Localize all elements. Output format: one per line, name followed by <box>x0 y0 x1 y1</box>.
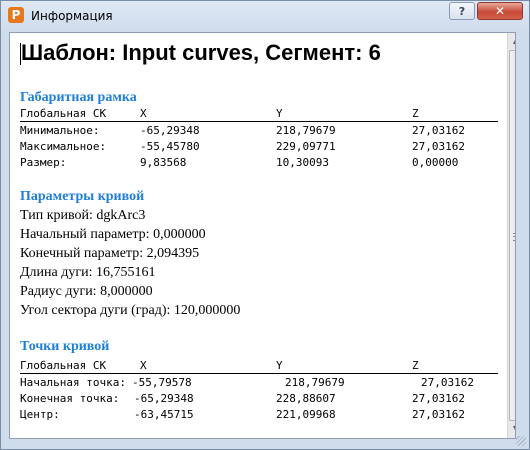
help-button[interactable]: ? <box>449 2 475 20</box>
bbox-header-y: Y <box>276 107 283 120</box>
title-bar[interactable]: P Информация ? ✕ <box>1 1 529 31</box>
point-start-label: Начальная точка: <box>20 376 126 389</box>
points-header-cs: Глобальная СК <box>20 359 107 372</box>
point-end-x: -65,29348 <box>134 392 194 405</box>
curve-points-heading: Точки кривой <box>20 339 110 354</box>
end-param-line: Конечный параметр: 2,094395 <box>20 246 200 261</box>
bbox-row-size-label: Размер: <box>20 156 67 169</box>
bbox-row-min-y: 218,79679 <box>276 124 336 137</box>
bbox-row-max-y: 229,09771 <box>276 140 336 153</box>
points-header-x: X <box>140 359 147 372</box>
point-start-z: 27,03162 <box>421 376 474 389</box>
bbox-row-max-z: 27,03162 <box>412 140 465 153</box>
point-end-z: 27,03162 <box>412 392 465 405</box>
arc-angle-line: Угол сектора дуги (град): 120,000000 <box>20 303 241 318</box>
point-end-y: 228,88607 <box>276 392 336 405</box>
points-header-z: Z <box>412 359 419 372</box>
point-center-y: 221,09968 <box>276 408 336 421</box>
bbox-row-size-z: 0,00000 <box>412 156 459 169</box>
bbox-row-min-z: 27,03162 <box>412 124 465 137</box>
info-window: P Информация ? ✕ Шаблон: Input curves, С… <box>0 0 530 450</box>
info-content-area[interactable]: Шаблон: Input curves, Сегмент: 6 Габарит… <box>9 32 516 439</box>
app-icon: P <box>8 7 24 23</box>
bbox-heading: Габаритная рамка <box>20 90 137 105</box>
window-title: Информация <box>31 9 113 23</box>
arc-radius-line: Радиус дуги: 8,000000 <box>20 284 153 299</box>
point-center-z: 27,03162 <box>412 408 465 421</box>
points-divider <box>20 373 498 374</box>
point-start-y: 218,79679 <box>285 376 345 389</box>
bbox-header-z: Z <box>412 107 419 120</box>
bbox-row-size-x: 9,83568 <box>140 156 187 169</box>
vertical-scrollbar[interactable]: ▲ ▼ <box>507 33 515 438</box>
bbox-header-cs: Глобальная СК <box>20 107 107 120</box>
bbox-row-max-label: Максимальное: <box>20 140 107 153</box>
start-param-line: Начальный параметр: 0,000000 <box>20 227 206 242</box>
resize-grip-icon[interactable] <box>516 436 526 446</box>
bbox-row-min-label: Минимальное: <box>20 124 100 137</box>
points-header-y: Y <box>276 359 283 372</box>
curve-params-heading: Параметры кривой <box>20 189 145 204</box>
point-start-x: -55,79578 <box>132 376 192 389</box>
point-center-x: -63,45715 <box>134 408 194 421</box>
bbox-row-size-y: 10,30093 <box>276 156 329 169</box>
scroll-down-arrow-icon[interactable]: ▼ <box>511 424 515 434</box>
scrollbar-thumb[interactable] <box>509 50 515 421</box>
bbox-row-max-x: -55,45780 <box>140 140 200 153</box>
point-center-label: Центр: <box>20 408 60 421</box>
bbox-divider <box>20 121 498 122</box>
curve-type-line: Тип кривой: dgkArc3 <box>20 208 146 223</box>
point-end-label: Конечная точка: <box>20 392 120 405</box>
page-title: Шаблон: Input curves, Сегмент: 6 <box>21 40 381 65</box>
arc-length-line: Длина дуги: 16,755161 <box>20 265 156 280</box>
scrollbar-grip-icon <box>513 233 515 241</box>
close-button[interactable]: ✕ <box>477 2 523 20</box>
scroll-up-arrow-icon[interactable]: ▲ <box>511 36 515 46</box>
bbox-row-min-x: -65,29348 <box>140 124 200 137</box>
bbox-header-x: X <box>140 107 147 120</box>
